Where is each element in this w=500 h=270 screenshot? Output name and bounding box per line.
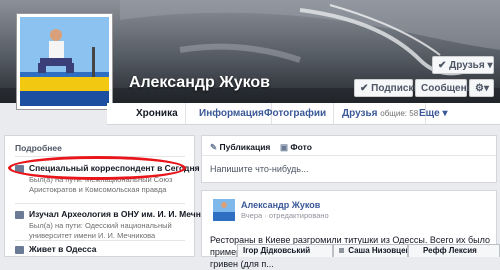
photo-tab-label: Фото bbox=[290, 142, 312, 152]
pencil-icon: ✎ bbox=[210, 142, 218, 152]
divider bbox=[202, 155, 496, 156]
subscriptions-button-label: Подписки bbox=[371, 83, 420, 94]
photo-tab[interactable]: ▣ Фото bbox=[280, 142, 312, 153]
divider bbox=[15, 203, 185, 204]
home-icon bbox=[15, 246, 24, 254]
profile-name[interactable]: Александр Жуков bbox=[129, 74, 270, 92]
status-input[interactable]: Напишите что-нибудь... bbox=[210, 164, 309, 174]
post-composer: ✎ Публикация ▣ Фото Напишите что-нибудь.… bbox=[201, 135, 497, 183]
chat-tab-name: Рефф Лексия bbox=[423, 246, 477, 255]
friends-button-label: Друзья bbox=[449, 60, 485, 71]
friends-button[interactable]: ✔ Друзья ▾ bbox=[432, 56, 494, 74]
publish-tab[interactable]: ✎ Публикация bbox=[210, 142, 270, 153]
chat-tab[interactable]: Рефф Лексия bbox=[408, 244, 500, 257]
graduation-cap-icon bbox=[15, 211, 24, 219]
publish-tab-label: Публикация bbox=[219, 142, 271, 152]
checkmark-icon: ✔ bbox=[438, 60, 447, 71]
education-item-title[interactable]: Изучал Археология в ОНУ им. И. И. Мечник… bbox=[29, 209, 225, 219]
subscriptions-button[interactable]: ✔ Подписки bbox=[354, 79, 420, 97]
about-card: Подробнее Специальный корреспондент в Се… bbox=[4, 135, 225, 257]
education-item-sub: Был(а) на пути: Одесский национальный ун… bbox=[29, 221, 172, 240]
camera-icon: ▣ bbox=[280, 142, 289, 152]
divider bbox=[15, 240, 185, 241]
avatar[interactable] bbox=[213, 199, 235, 221]
chat-tab-name: Ігор Дідковський bbox=[243, 246, 311, 255]
tab-photos[interactable]: Фотографии bbox=[257, 103, 335, 124]
tab-timeline[interactable]: Хроника bbox=[129, 103, 186, 124]
profile-tab-bar: Хроника Информация Фотографии Друзья общ… bbox=[107, 103, 500, 125]
tab-friends-label: Друзья bbox=[342, 108, 378, 119]
settings-menu-button[interactable]: ⚙▾ bbox=[469, 79, 494, 97]
online-dot-icon bbox=[339, 248, 344, 253]
tab-more-label: Еще bbox=[419, 108, 440, 119]
chevron-down-icon: ▾ bbox=[442, 108, 448, 119]
chevron-down-icon: ▾ bbox=[483, 83, 489, 94]
highlight-ellipse bbox=[8, 156, 186, 180]
gear-icon: ⚙ bbox=[475, 83, 484, 94]
chat-tab[interactable]: Саша Низовцев bbox=[333, 244, 408, 257]
profile-picture[interactable] bbox=[17, 14, 112, 109]
post-author[interactable]: Александр Жуков bbox=[241, 200, 320, 210]
checkmark-icon: ✔ bbox=[360, 83, 369, 94]
lives-in-item-title[interactable]: Живет в Одесса bbox=[29, 244, 96, 254]
post-meta: Вчера · отредактировано bbox=[241, 211, 329, 220]
chat-tab-name: Саша Низовцев bbox=[348, 246, 408, 255]
about-title: Подробнее bbox=[15, 143, 62, 153]
profile-photo-image bbox=[20, 17, 109, 106]
message-button[interactable]: Сообщение bbox=[415, 79, 478, 97]
chevron-down-icon: ▾ bbox=[487, 60, 493, 71]
chat-tab[interactable]: Ігор Дідковський bbox=[237, 244, 333, 257]
tab-more[interactable]: Еще ▾ bbox=[412, 103, 454, 124]
